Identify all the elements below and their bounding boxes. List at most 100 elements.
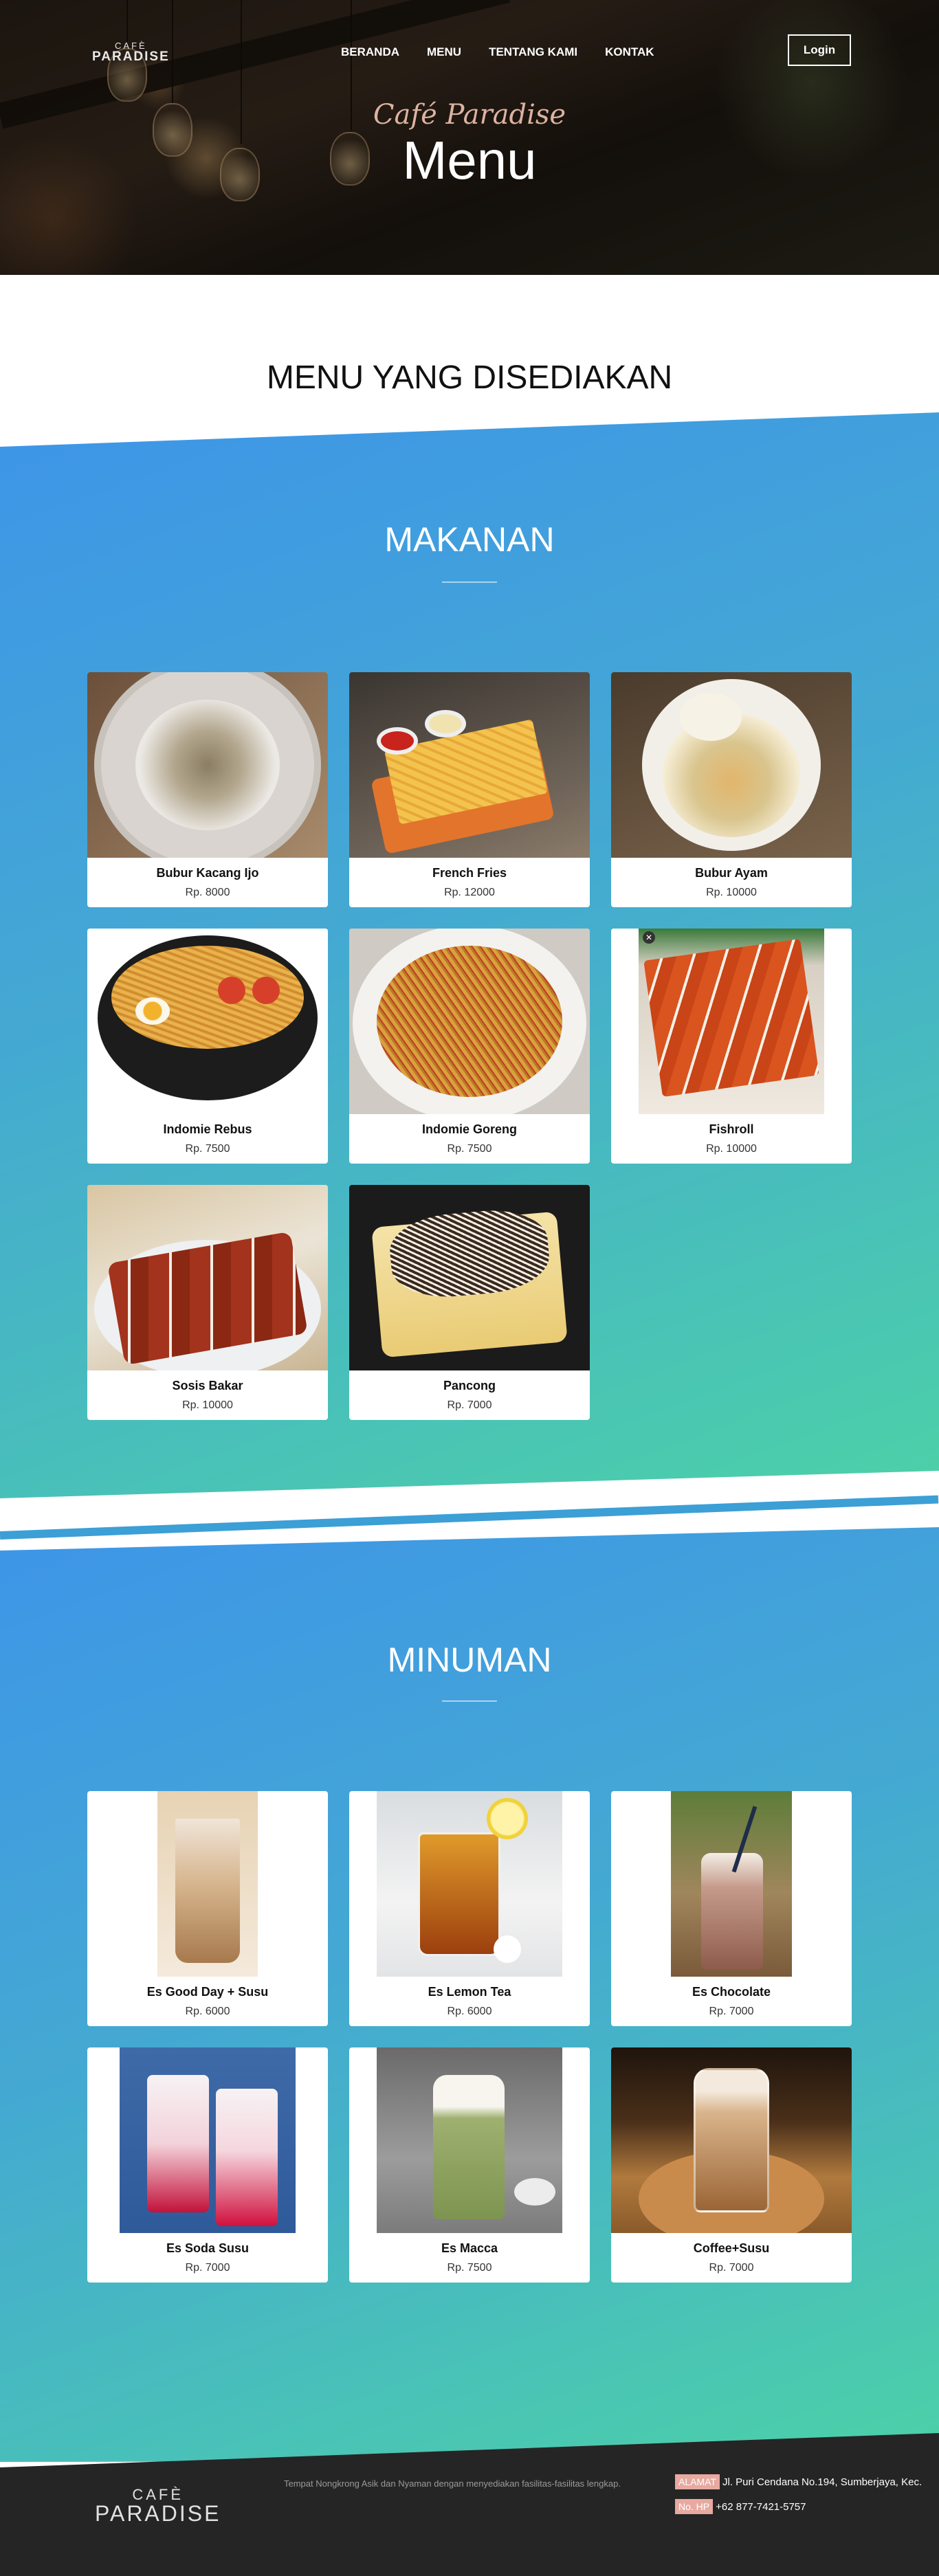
content-canvas: MENU YANG DISEDIAKAN MAKANAN Bubur Kacan… bbox=[0, 0, 939, 2576]
address-text: Jl. Puri Cendana No.194, Sumberjaya, Kec… bbox=[722, 2476, 923, 2488]
glass-shape bbox=[147, 2075, 209, 2212]
drink-image bbox=[349, 2047, 590, 2233]
menu-item-price: Rp. 6000 bbox=[185, 2006, 230, 2017]
fishroll-shape bbox=[643, 938, 819, 1098]
menu-item-price: Rp. 7000 bbox=[185, 2262, 230, 2274]
menu-item-price: Rp. 6000 bbox=[447, 2006, 492, 2017]
minuman-title: MINUMAN bbox=[387, 1641, 552, 1679]
menu-item-name: Es Good Day + Susu bbox=[146, 1985, 269, 1999]
menu-card[interactable]: Indomie Rebus Rp. 7500 bbox=[87, 929, 328, 1164]
photo-frame bbox=[120, 2047, 296, 2233]
menu-card[interactable]: Es Lemon Tea Rp. 6000 bbox=[349, 1791, 590, 2026]
photo-frame bbox=[377, 2047, 562, 2233]
menu-card[interactable]: Pancong Rp. 7000 bbox=[349, 1185, 590, 1420]
food-image: ✕ bbox=[611, 929, 852, 1114]
menu-item-name: Bubur Ayam bbox=[695, 866, 768, 880]
porridge-shape bbox=[135, 700, 280, 830]
food-image bbox=[349, 929, 590, 1114]
footer-logo-line-2: PARADISE bbox=[95, 2501, 221, 2527]
food-image bbox=[87, 672, 328, 858]
food-image bbox=[87, 1185, 328, 1370]
footer-logo[interactable]: CAFÈ PARADISE bbox=[95, 2487, 221, 2526]
mayo-shape bbox=[425, 710, 466, 737]
address-badge: ALAMAT bbox=[675, 2474, 720, 2489]
menu-item-price: Rp. 7500 bbox=[447, 1143, 492, 1155]
makanan-grid: Bubur Kacang Ijo Rp. 8000 French Fries R… bbox=[87, 672, 852, 1420]
menu-card[interactable]: Es Good Day + Susu Rp. 6000 bbox=[87, 1791, 328, 2026]
menu-item-name: French Fries bbox=[432, 866, 507, 880]
photo-frame bbox=[671, 1791, 792, 1977]
menu-item-price: Rp. 7000 bbox=[447, 1399, 492, 1411]
menu-item-name: Pancong bbox=[443, 1379, 496, 1392]
sauce-shape bbox=[377, 727, 418, 755]
footer-tagline: Tempat Nongkrong Asik dan Nyaman dengan … bbox=[284, 2478, 621, 2489]
photo-frame bbox=[377, 1791, 562, 1977]
menu-item-price: Rp. 10000 bbox=[706, 1143, 757, 1155]
drink-image bbox=[611, 1791, 852, 1977]
tomato-shape bbox=[218, 977, 245, 1004]
photo-frame bbox=[639, 929, 824, 1114]
phone-badge: No. HP bbox=[675, 2499, 714, 2514]
menu-item-price: Rp. 10000 bbox=[182, 1399, 233, 1411]
content-area: MENU YANG DISEDIAKAN MAKANAN Bubur Kacan… bbox=[0, 275, 939, 2576]
menu-item-name: Bubur Kacang Ijo bbox=[156, 866, 259, 880]
minuman-grid: Es Good Day + Susu Rp. 6000 Es Lemon Tea… bbox=[87, 1791, 852, 2283]
menu-item-name: Es Macca bbox=[441, 2241, 498, 2255]
jar-shape bbox=[418, 1832, 500, 1956]
menu-item-price: Rp. 7500 bbox=[447, 2262, 492, 2274]
cracker-shape bbox=[680, 693, 742, 741]
drink-image bbox=[87, 1791, 328, 1977]
menu-item-price: Rp. 7500 bbox=[185, 1143, 230, 1155]
makanan-underline bbox=[442, 581, 497, 583]
footer-phone: No. HP +62 877-7421-5757 bbox=[675, 2499, 806, 2514]
menu-item-name: Es Lemon Tea bbox=[428, 1985, 511, 1999]
menu-item-name: Coffee+Susu bbox=[693, 2241, 770, 2255]
makanan-title: MAKANAN bbox=[384, 520, 555, 559]
drink-image bbox=[349, 1791, 590, 1977]
close-icon: ✕ bbox=[643, 931, 655, 944]
menu-item-price: Rp. 7000 bbox=[709, 2006, 754, 2017]
menu-card[interactable]: Bubur Kacang Ijo Rp. 8000 bbox=[87, 672, 328, 907]
menu-item-price: Rp. 7000 bbox=[709, 2262, 754, 2274]
bowl-shape bbox=[514, 2178, 555, 2206]
menu-item-name: Indomie Rebus bbox=[163, 1122, 252, 1136]
tomato-shape bbox=[252, 977, 280, 1004]
food-image bbox=[349, 672, 590, 858]
food-image bbox=[87, 929, 328, 1114]
menu-card[interactable]: Es Macca Rp. 7500 bbox=[349, 2047, 590, 2283]
menu-card[interactable]: French Fries Rp. 12000 bbox=[349, 672, 590, 907]
menu-item-name: Es Soda Susu bbox=[166, 2241, 250, 2255]
menu-item-price: Rp. 8000 bbox=[185, 887, 230, 898]
glass-shape bbox=[175, 1819, 240, 1963]
drink-image bbox=[611, 2047, 852, 2233]
menu-item-price: Rp. 12000 bbox=[444, 887, 495, 898]
glass-shape bbox=[694, 2068, 769, 2212]
menu-card[interactable]: Es Soda Susu Rp. 7000 bbox=[87, 2047, 328, 2283]
menu-card[interactable]: ✕ Fishroll Rp. 10000 bbox=[611, 929, 852, 1164]
menu-card[interactable]: Es Chocolate Rp. 7000 bbox=[611, 1791, 852, 2026]
noodle-shape bbox=[377, 946, 562, 1097]
menu-item-name: Fishroll bbox=[709, 1122, 754, 1136]
egg-shape bbox=[135, 997, 170, 1025]
drink-image bbox=[87, 2047, 328, 2233]
flower-shape bbox=[494, 1935, 521, 1963]
menu-item-name: Es Chocolate bbox=[692, 1985, 771, 1999]
menu-card[interactable]: Sosis Bakar Rp. 10000 bbox=[87, 1185, 328, 1420]
glass-shape bbox=[433, 2075, 505, 2219]
glass-shape bbox=[216, 2089, 278, 2226]
food-image bbox=[349, 1185, 590, 1370]
menu-card[interactable]: Coffee+Susu Rp. 7000 bbox=[611, 2047, 852, 2283]
footer-address: ALAMAT Jl. Puri Cendana No.194, Sumberja… bbox=[675, 2474, 922, 2489]
footer-logo-line-1: CAFÈ bbox=[132, 2486, 184, 2503]
page-heading: MENU YANG DISEDIAKAN bbox=[266, 359, 673, 396]
photo-frame bbox=[157, 1791, 258, 1977]
food-image bbox=[611, 672, 852, 858]
minuman-underline bbox=[442, 1700, 497, 1702]
menu-card[interactable]: Indomie Goreng Rp. 7500 bbox=[349, 929, 590, 1164]
menu-item-price: Rp. 10000 bbox=[706, 887, 757, 898]
lemon-slice-shape bbox=[487, 1798, 528, 1839]
menu-card[interactable]: Bubur Ayam Rp. 10000 bbox=[611, 672, 852, 907]
phone-text: +62 877-7421-5757 bbox=[716, 2500, 806, 2513]
menu-item-name: Indomie Goreng bbox=[421, 1122, 517, 1136]
menu-item-name: Sosis Bakar bbox=[172, 1379, 243, 1392]
